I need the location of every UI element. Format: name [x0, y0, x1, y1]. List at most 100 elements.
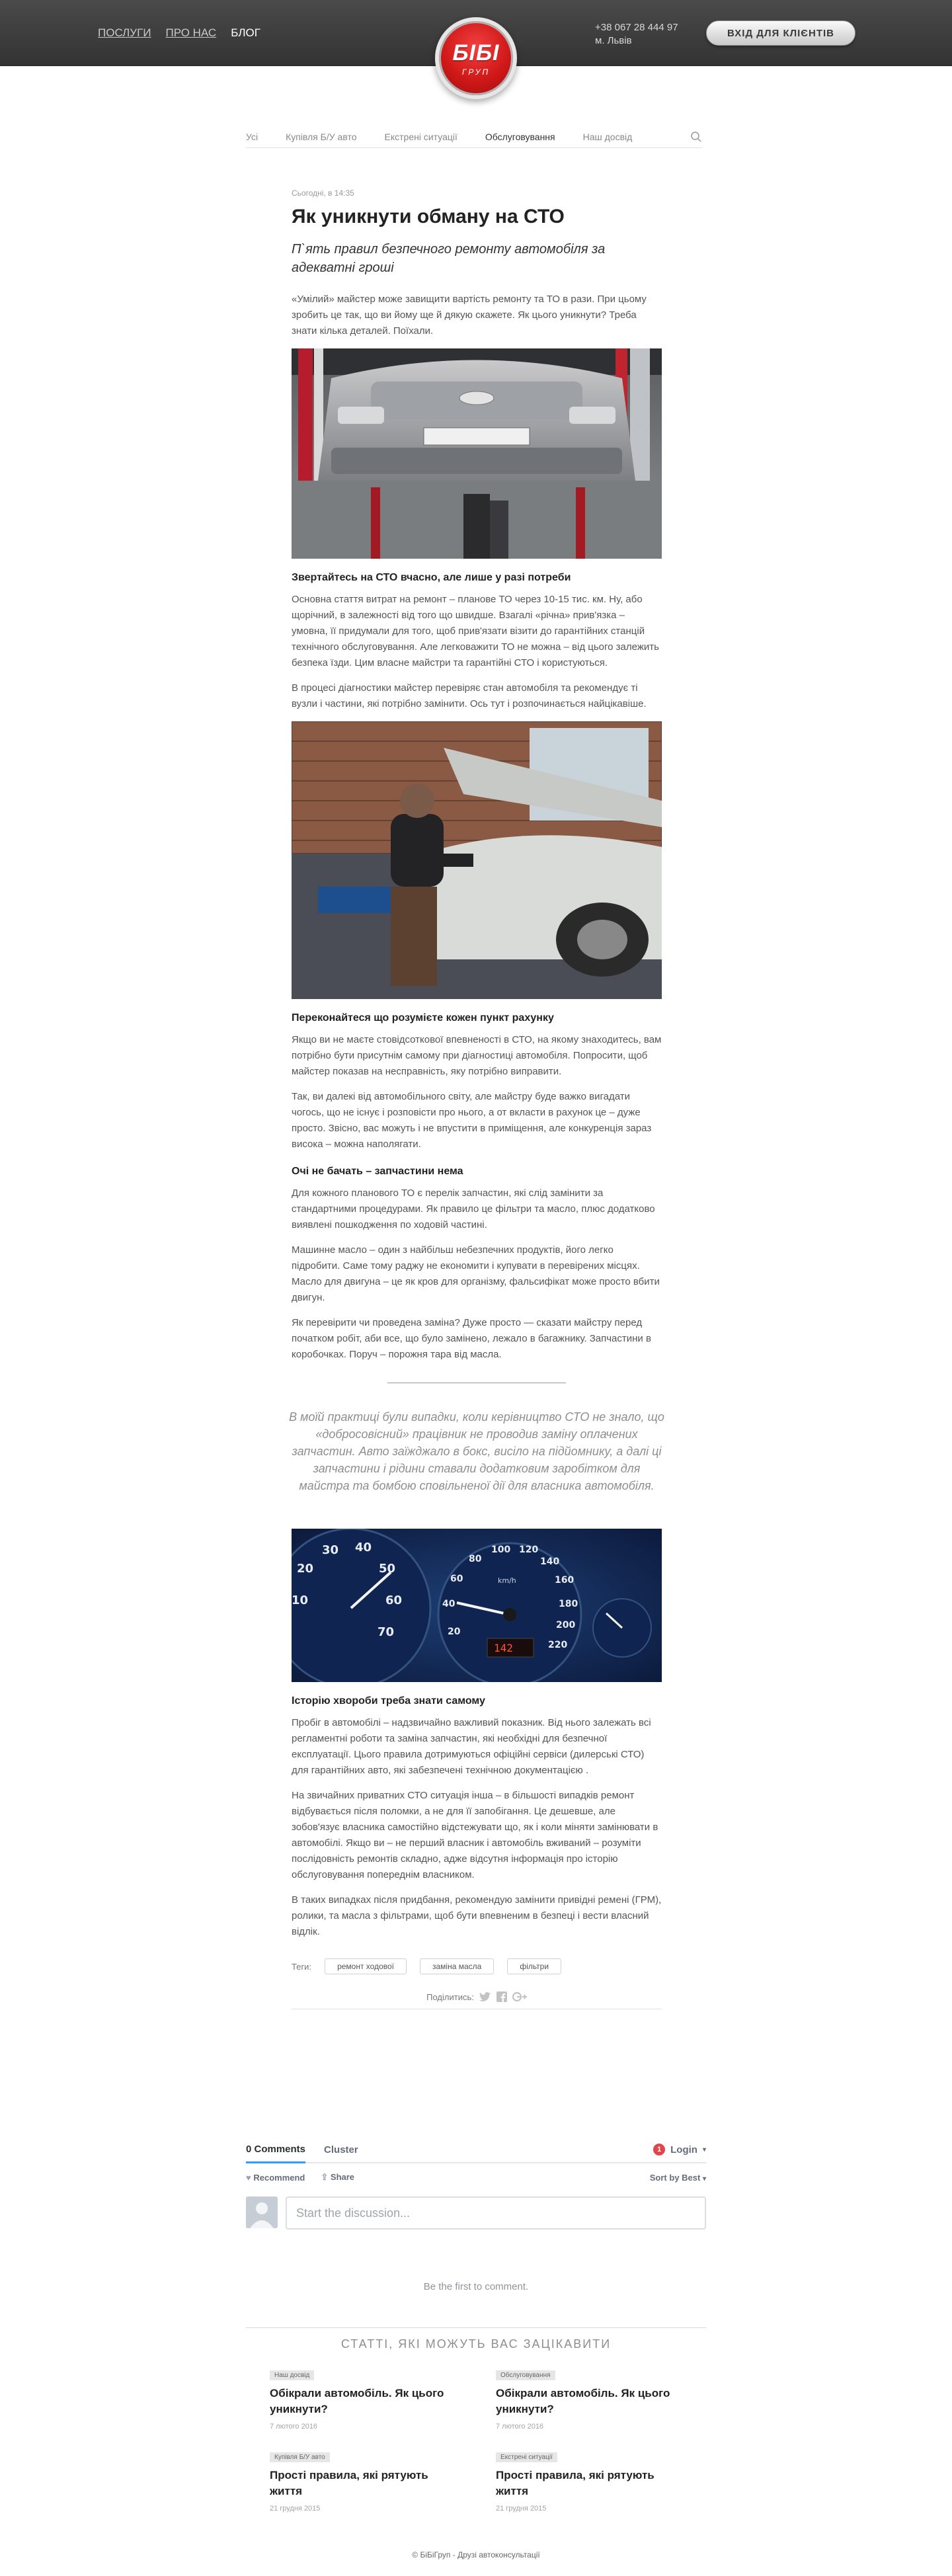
chevron-down-icon: ▾	[702, 2175, 706, 2183]
rpm-tick-10: 10	[292, 1593, 308, 1607]
section-2-paragraph-1: Якщо ви не маєте стовідсоткової впевнено…	[292, 1034, 662, 1077]
related-item-date: 21 грудня 2015	[496, 2505, 547, 2513]
category-experience[interactable]: Наш досвід	[583, 132, 633, 142]
recommend-label: Recommend	[253, 2172, 305, 2183]
photo-dashboard-gauges: 20 30 40 50 60 70 10 20 40 60 80 100 120…	[292, 1529, 662, 1682]
speed-tick-60: 60	[450, 1574, 463, 1584]
related-grid: Наш досвід Обікрали автомобіль. Як цього…	[246, 2368, 706, 2513]
section-3-paragraph-2: Машинне масло – один з найбільш небезпеч…	[292, 1244, 660, 1303]
related-tag[interactable]: Наш досвід	[270, 2370, 315, 2380]
category-used-cars[interactable]: Купівля Б/У авто	[286, 132, 356, 142]
related-item[interactable]: Обслуговування Обікрали автомобіль. Як ц…	[496, 2368, 682, 2431]
speed-tick-180: 180	[559, 1599, 578, 1609]
city: м. Львів	[595, 35, 632, 46]
facebook-icon[interactable]	[496, 1992, 507, 2002]
rpm-tick-20: 20	[297, 1562, 313, 1576]
section-heading-3: Очі не бачать – запчастини нема	[292, 1166, 463, 1177]
site-header: ПОСЛУГИ ПРО НАС БЛОГ БІБІ ГРУП +38 067 2…	[0, 0, 952, 99]
related-item-title[interactable]: Обікрали автомобіль. Як цього уникнути?	[496, 2386, 682, 2417]
nav-item-services[interactable]: ПОСЛУГИ	[98, 26, 151, 40]
section-3-paragraph-3: Як перевірити чи проведена заміна? Дуже …	[292, 1317, 651, 1360]
section-heading-4: Історію хвороби треба знати самому	[292, 1695, 485, 1707]
speed-tick-220: 220	[548, 1640, 567, 1650]
related-item[interactable]: Купівля Б/У авто Прості правила, які рят…	[270, 2450, 456, 2513]
nav-item-blog[interactable]: БЛОГ	[231, 26, 260, 40]
speed-tick-80: 80	[469, 1554, 482, 1564]
section-4-paragraph-3: В таких випадках після придбання, рекоме…	[292, 1894, 662, 1937]
tags-label: Теги:	[292, 1961, 312, 1972]
tag-suspension-repair[interactable]: ремонт ходової	[325, 1958, 407, 1974]
related-item-title[interactable]: Прості правила, які рятують життя	[496, 2468, 682, 2499]
speed-tick-40: 40	[442, 1599, 456, 1609]
section-1-paragraph-1: Основна стаття витрат на ремонт – планов…	[292, 594, 659, 668]
comments-actions: ♥ Recommend ⇪ Share Sort by Best ▾	[246, 2163, 706, 2191]
site-logo[interactable]: БІБІ ГРУП	[435, 17, 517, 99]
phone-number[interactable]: +38 067 28 444 97	[595, 21, 678, 34]
footer-copyright: © БіБіГруп - Друзі автоконсультації	[412, 2550, 540, 2559]
tab-comments[interactable]: 0 Comments	[246, 2144, 306, 2163]
share-bar: Поділитись:	[292, 1992, 662, 2009]
login-label: Login	[670, 2144, 697, 2155]
sort-label: Sort by Best	[649, 2172, 701, 2183]
article-tags: Теги: ремонт ходової заміна масла фільтр…	[292, 1958, 662, 1974]
client-login-button[interactable]: ВХІД ДЛЯ КЛІЄНТІВ	[706, 20, 855, 46]
rpm-tick-50: 50	[379, 1562, 395, 1576]
tab-cluster[interactable]: Cluster	[324, 2144, 358, 2162]
section-4-paragraph-1: Пробіг в автомобілі – надзвичайно важлив…	[292, 1717, 651, 1776]
article-intro: «Умілий» майстер може завищити вартість …	[292, 294, 647, 337]
search-icon[interactable]	[690, 131, 702, 143]
related-item-title[interactable]: Прості правила, які рятують життя	[270, 2468, 456, 2499]
related-title: СТАТТІ, ЯКІ МОЖУТЬ ВАС ЗАЦІКАВИТИ	[340, 2337, 612, 2351]
section-3-paragraph-1: Для кожного планового ТО є перелік запча…	[292, 1187, 655, 1230]
twitter-icon[interactable]	[479, 1992, 491, 2002]
avatar	[246, 2196, 278, 2228]
article-quote: В моїй практиці були випадки, коли керів…	[289, 1410, 664, 1492]
share-button[interactable]: ⇪ Share	[321, 2172, 354, 2183]
google-plus-icon[interactable]	[512, 1992, 527, 2002]
odometer: 142	[494, 1642, 513, 1654]
nav-item-about[interactable]: ПРО НАС	[166, 26, 217, 40]
comment-input[interactable]: Start the discussion...	[286, 2196, 706, 2230]
contacts: +38 067 28 444 97 м. Львів	[595, 21, 678, 48]
related-item[interactable]: Екстрені ситуації Прості правила, які ря…	[496, 2450, 682, 2513]
sort-dropdown[interactable]: Sort by Best ▾	[650, 2173, 706, 2183]
comment-compose: Start the discussion...	[246, 2196, 706, 2230]
speed-tick-20: 20	[448, 1627, 461, 1637]
heart-icon: ♥	[246, 2172, 251, 2183]
related-tag[interactable]: Купівля Б/У авто	[270, 2452, 330, 2462]
comments-section: 0 Comments Cluster 1 Login ▾ ♥ Recommend…	[246, 2140, 706, 2292]
article-subtitle: П`ять правил безпечного ремонту автомобі…	[292, 242, 606, 275]
rpm-tick-40: 40	[355, 1541, 372, 1554]
login-menu[interactable]: 1 Login ▾	[653, 2144, 706, 2162]
speed-tick-100: 100	[491, 1545, 510, 1555]
related-tag[interactable]: Обслуговування	[496, 2370, 555, 2380]
related-item[interactable]: Наш досвід Обікрали автомобіль. Як цього…	[270, 2368, 456, 2431]
empty-comments-message: Be the first to comment.	[423, 2281, 529, 2292]
category-emergency[interactable]: Екстрені ситуації	[385, 132, 457, 142]
notification-badge: 1	[653, 2144, 666, 2155]
related-item-date: 7 лютого 2016	[270, 2423, 318, 2431]
rpm-tick-60: 60	[385, 1593, 402, 1607]
recommend-button[interactable]: ♥ Recommend	[246, 2173, 305, 2183]
tag-filters[interactable]: фільтри	[507, 1958, 562, 1974]
share-icon: ⇪	[321, 2172, 329, 2182]
speed-tick-160: 160	[555, 1575, 574, 1586]
related-articles: СТАТТІ, ЯКІ МОЖУТЬ ВАС ЗАЦІКАВИТИ Наш до…	[246, 2327, 706, 2513]
related-tag[interactable]: Екстрені ситуації	[496, 2452, 557, 2462]
article: Сьогодні, в 14:35 Як уникнути обману на …	[289, 188, 664, 2009]
chevron-down-icon: ▾	[702, 2146, 706, 2153]
photo-car-on-lift	[292, 348, 662, 559]
category-all[interactable]: Усі	[246, 132, 258, 142]
related-item-title[interactable]: Обікрали автомобіль. Як цього уникнути?	[270, 2386, 456, 2417]
related-item-date: 7 лютого 2016	[496, 2423, 544, 2431]
tag-oil-change[interactable]: заміна масла	[420, 1958, 495, 1974]
section-heading-1: Звертайтесь на СТО вчасно, але лише у ра…	[292, 572, 571, 583]
main-nav: ПОСЛУГИ ПРО НАС БЛОГ	[98, 26, 260, 40]
share-label: Поділитись:	[426, 1992, 474, 2002]
category-service[interactable]: Обслуговування	[485, 132, 555, 142]
section-4-paragraph-2: На звичайних приватних СТО ситуація інша…	[292, 1790, 658, 1880]
speed-tick-120: 120	[519, 1545, 538, 1555]
category-nav: Усі Купівля Б/У авто Екстрені ситуації О…	[246, 126, 702, 148]
logo-subtext: ГРУП	[461, 67, 491, 77]
section-1-paragraph-2: В процесі діагностики майстер перевіряє …	[292, 682, 647, 709]
